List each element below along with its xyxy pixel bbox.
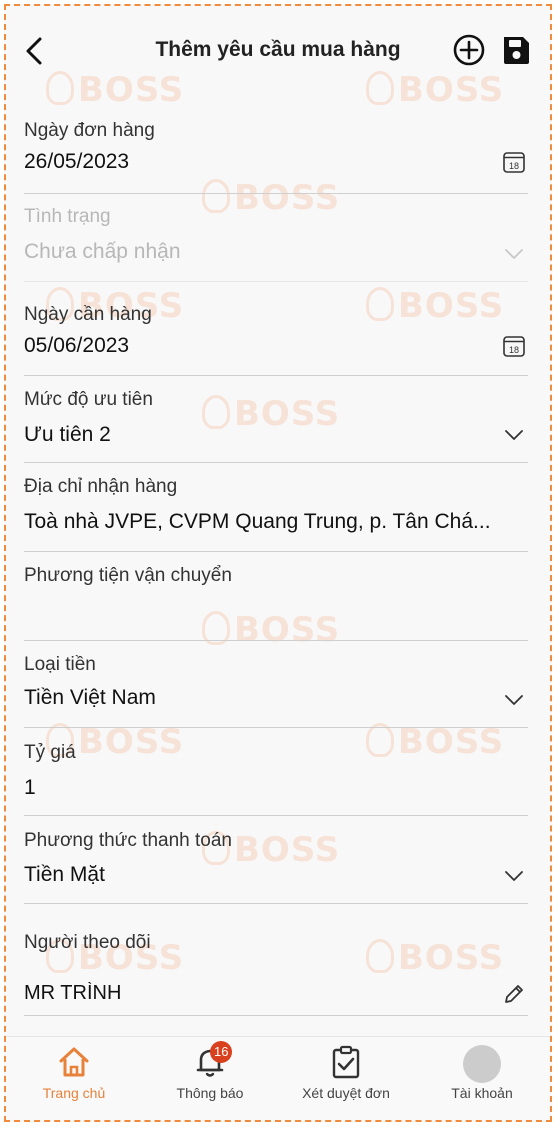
order-date-value: 26/05/2023 (24, 150, 130, 173)
follower-value: MR TRÌNH (24, 982, 122, 1004)
order-date-field[interactable]: Ngày đơn hàng 26/05/2023 18 (24, 120, 528, 194)
app-screen: BOSS BOSS BOSS BOSS BOSS BOSS BOSS BOSS … (4, 4, 552, 1122)
payment-method-label: Phương thức thanh toán (24, 830, 232, 851)
svg-text:18: 18 (509, 161, 519, 171)
priority-field[interactable]: Mức độ ưu tiên Ưu tiên 2 (24, 389, 528, 463)
status-value: Chưa chấp nhận (24, 240, 181, 263)
payment-method-value: Tiền Mặt (24, 863, 105, 886)
tab-account[interactable]: Tài khoản (414, 1037, 550, 1120)
calendar-icon[interactable]: 18 (502, 334, 526, 358)
plus-circle-icon (453, 34, 485, 66)
chevron-down-icon[interactable] (502, 864, 526, 888)
exchange-rate-label: Tỷ giá (24, 742, 76, 763)
home-icon (59, 1047, 89, 1077)
calendar-icon[interactable]: 18 (502, 150, 526, 174)
clipboard-check-icon (332, 1045, 360, 1079)
tab-account-label: Tài khoản (451, 1085, 513, 1101)
need-date-value: 05/06/2023 (24, 334, 130, 357)
need-date-label: Ngày cần hàng (24, 304, 152, 325)
currency-value: Tiền Việt Nam (24, 686, 156, 709)
exchange-rate-field[interactable]: Tỷ giá 1 (24, 742, 528, 816)
tab-home-label: Trang chủ (42, 1085, 106, 1101)
transport-field[interactable]: Phương tiện vận chuyển (24, 565, 528, 641)
tab-home[interactable]: Trang chủ (6, 1037, 142, 1120)
priority-value: Ưu tiên 2 (24, 423, 111, 446)
order-date-label: Ngày đơn hàng (24, 120, 155, 141)
notification-badge: 16 (210, 1041, 233, 1063)
avatar (463, 1045, 501, 1083)
chevron-down-icon[interactable] (502, 688, 526, 712)
chevron-down-icon[interactable] (502, 423, 526, 447)
pencil-icon[interactable] (502, 982, 526, 1006)
priority-label: Mức độ ưu tiên (24, 389, 153, 410)
address-field[interactable]: Địa chỉ nhận hàng Toà nhà JVPE, CVPM Qua… (24, 476, 528, 552)
currency-label: Loại tiền (24, 654, 96, 675)
chevron-down-icon (505, 249, 523, 259)
address-value: Toà nhà JVPE, CVPM Quang Trung, p. Tân C… (24, 510, 491, 533)
tab-approve-orders-label: Xét duyệt đơn (302, 1085, 390, 1101)
tab-notifications-label: Thông báo (176, 1085, 244, 1101)
exchange-rate-value: 1 (24, 776, 36, 799)
save-button[interactable] (500, 33, 532, 67)
svg-text:18: 18 (509, 345, 519, 355)
follower-field[interactable]: Người theo dõi MR TRÌNH (24, 932, 528, 1016)
payment-method-field[interactable]: Phương thức thanh toán Tiền Mặt (24, 830, 528, 904)
floppy-disk-icon (504, 37, 529, 64)
bottom-tab-bar: Trang chủ 16 Thông báo Xét duyệt đơn Tài… (6, 1036, 550, 1120)
status-label: Tình trạng (24, 206, 111, 227)
address-label: Địa chỉ nhận hàng (24, 476, 178, 497)
follower-label: Người theo dõi (24, 932, 151, 953)
transport-label: Phương tiện vận chuyển (24, 565, 232, 586)
need-date-field[interactable]: Ngày cần hàng 05/06/2023 18 (24, 304, 528, 376)
tab-approve-orders[interactable]: Xét duyệt đơn (278, 1037, 414, 1120)
status-field: Tình trạng Chưa chấp nhận (24, 206, 528, 282)
add-button[interactable] (452, 33, 486, 67)
top-bar: Thêm yêu cầu mua hàng (6, 6, 550, 90)
tab-notifications[interactable]: 16 Thông báo (142, 1037, 278, 1120)
currency-field[interactable]: Loại tiền Tiền Việt Nam (24, 654, 528, 728)
